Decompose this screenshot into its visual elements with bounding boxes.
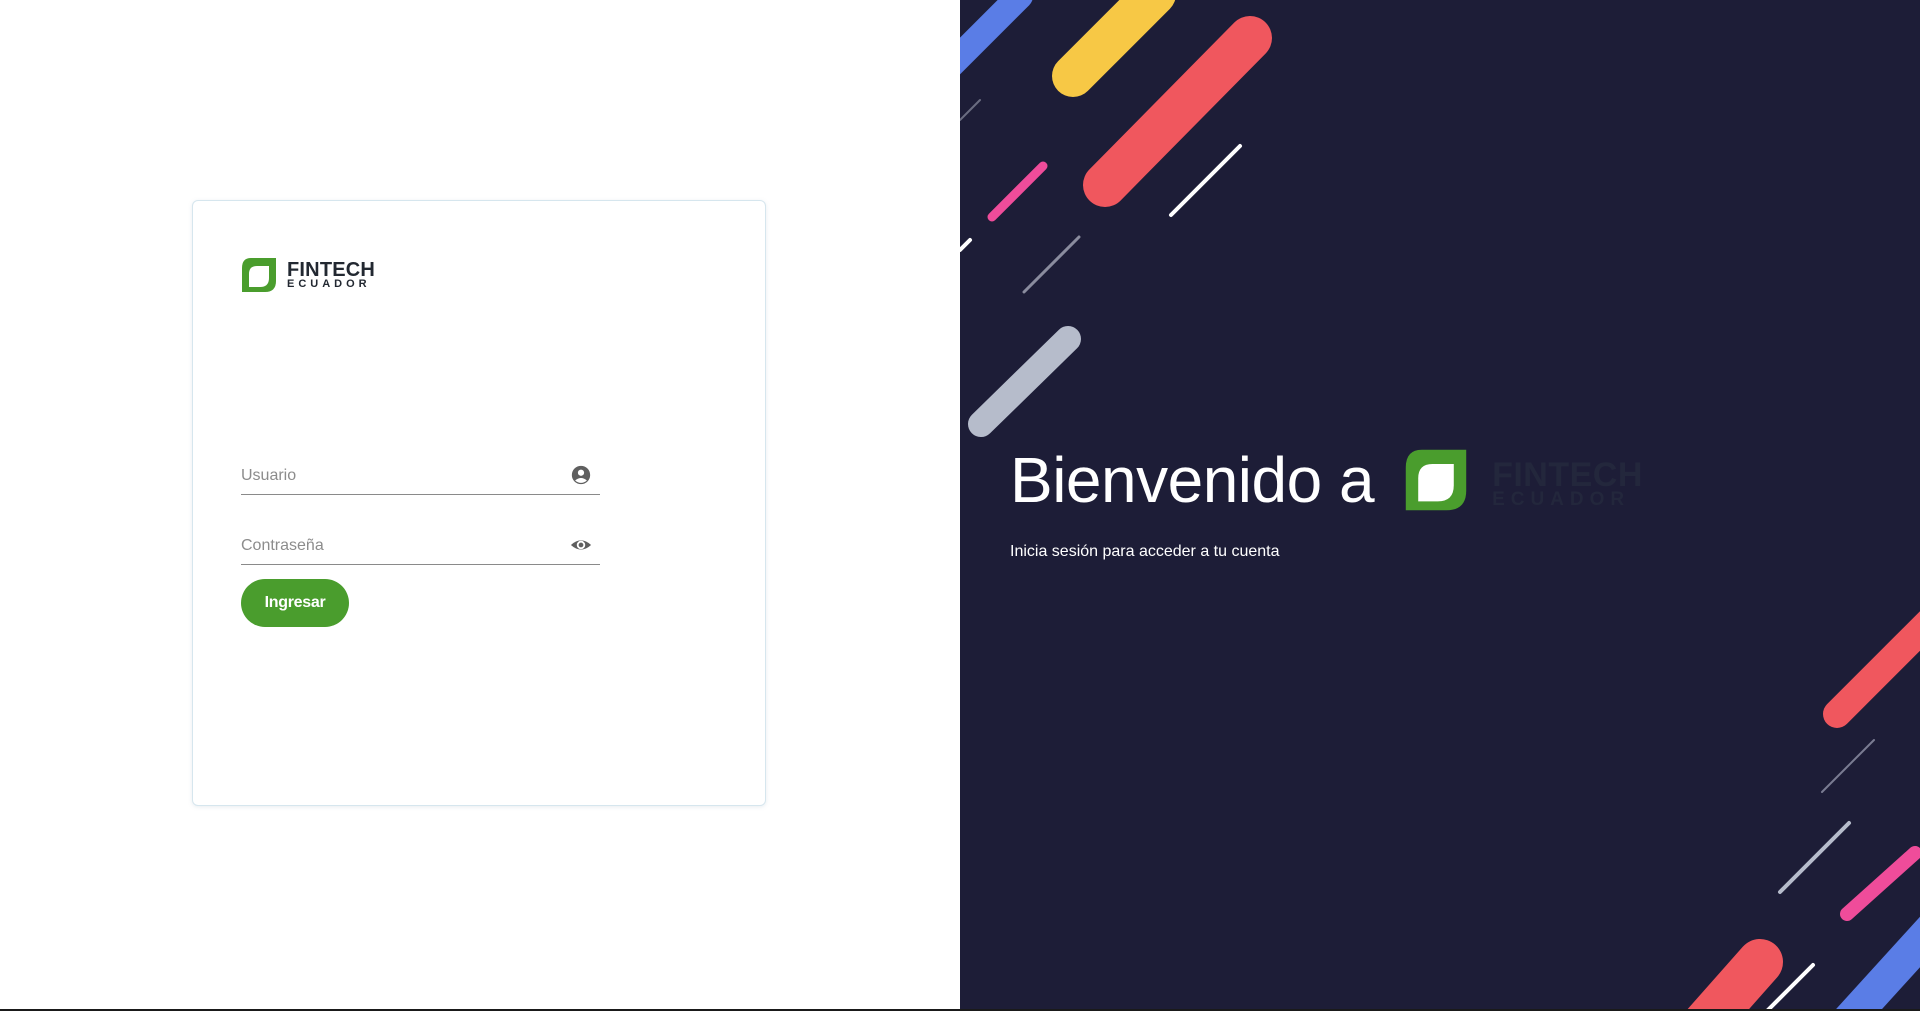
login-panel: FINTECH ECUADOR Ingresar — [0, 0, 960, 1011]
brand-subname: ECUADOR — [287, 278, 371, 290]
welcome-brand-text: FINTECH ECUADOR — [1492, 458, 1643, 509]
leaf-logo-icon — [1405, 449, 1467, 511]
welcome-panel: Bienvenido a FINTECH ECUADOR Inicia sesi… — [960, 0, 1920, 1011]
welcome-brand-subname: ECUADOR — [1492, 488, 1631, 510]
account-circle-icon — [571, 465, 591, 485]
brand-name: FINTECH — [287, 259, 376, 281]
welcome-brand-name: FINTECH — [1492, 455, 1643, 494]
welcome-heading: Bienvenido a FINTECH ECUADOR — [1010, 448, 1643, 512]
login-card: FINTECH ECUADOR Ingresar — [192, 200, 766, 806]
welcome-title: Bienvenido a — [1010, 444, 1375, 516]
password-field — [241, 524, 600, 565]
submit-button[interactable]: Ingresar — [241, 579, 349, 627]
username-field — [241, 454, 600, 495]
username-input[interactable] — [241, 464, 561, 488]
eye-icon[interactable] — [570, 534, 592, 556]
brand-text: FINTECH ECUADOR — [287, 260, 375, 290]
welcome-subtitle: Inicia sesión para acceder a tu cuenta — [1010, 543, 1280, 560]
welcome-brand-logo: FINTECH ECUADOR — [1404, 448, 1643, 512]
password-input[interactable] — [241, 534, 561, 558]
leaf-logo-icon — [242, 258, 276, 292]
brand-logo: FINTECH ECUADOR — [241, 257, 375, 293]
